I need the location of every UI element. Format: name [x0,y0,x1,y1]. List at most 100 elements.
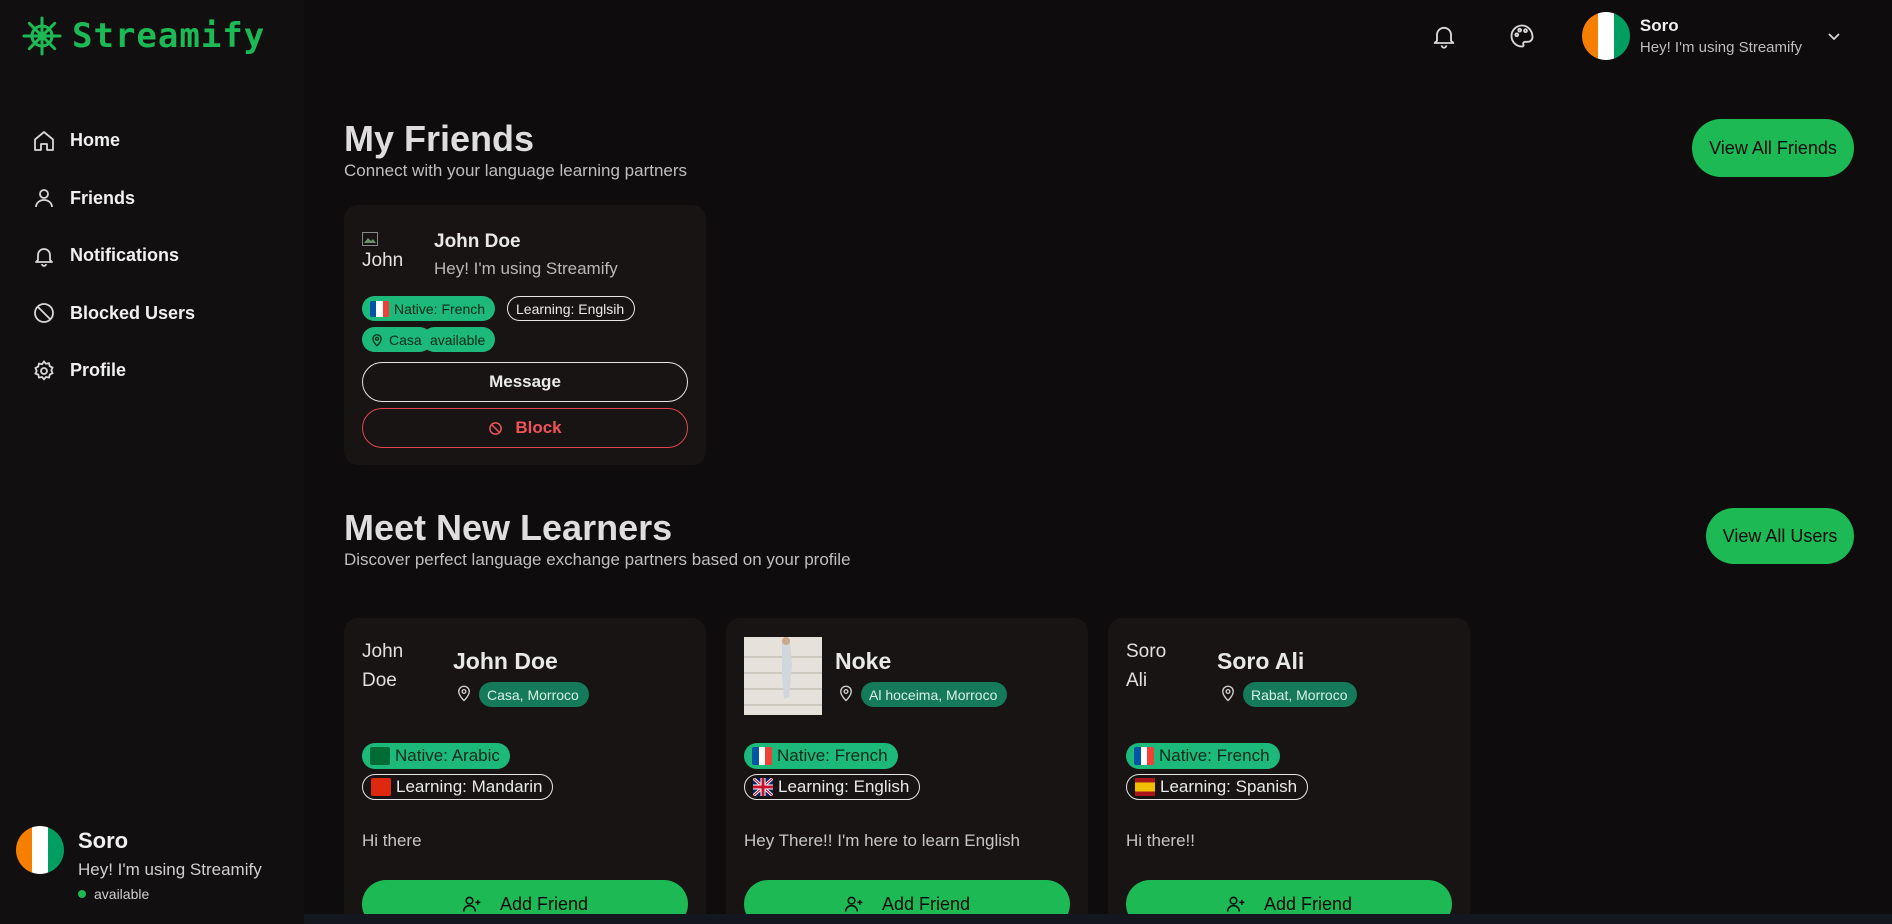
native-language-badge: Native: French [362,296,496,321]
user-icon [35,189,53,208]
button-label: Add Friend [499,893,589,914]
location-badge: Rabat, Morroco [1243,682,1358,707]
sidebar-item-home[interactable]: Home [26,112,276,170]
friend-card: John John Doe Hey! I'm using Streamify N… [344,205,706,465]
map-pin-icon [1222,685,1234,702]
learner-bio: Hi there!! [1126,831,1195,850]
learning-language-badge: Learning: Englsih [507,296,636,321]
learning-language-badge: Learning: Mandarin [362,774,554,800]
location-badge: Casa, Morroco [479,682,589,707]
block-button[interactable]: Block [362,408,688,448]
france-flag-icon [1134,747,1154,765]
availability-label: available [94,886,150,902]
home-icon [34,130,54,151]
learning-language-badge: Learning: Spanish [1126,774,1309,800]
ban-icon [489,421,503,435]
availability-badge: available [422,327,496,352]
button-label: Add Friend [1263,893,1353,914]
learning-language-badge: Learning: English [744,774,921,800]
badge-label: Learning: Mandarin [396,777,543,796]
sidebar-item-label: Home [70,130,121,151]
uk-flag-icon [753,778,773,796]
section-subtitle-friends: Connect with your language learning part… [344,161,688,180]
brand-logo[interactable]: Streamify [22,14,265,58]
user-plus-icon [844,896,863,912]
avatar: John Doe [362,637,426,697]
france-flag-icon [752,747,772,765]
sidebar-item-label: Notifications [70,245,180,266]
gear-icon [34,359,54,381]
badge-label: Native: Arabic [395,746,500,765]
avatar-alt-text: John [362,250,404,271]
learner-name: Soro Ali [1217,648,1305,674]
sidebar: Streamify Home Friends Notifications Blo… [0,0,304,924]
avatar [16,826,64,874]
badge-label: Native: French [1159,746,1270,765]
map-pin-icon [840,685,852,702]
sidebar-item-profile[interactable]: Profile [26,342,276,400]
button-label: Block [515,418,562,437]
saudi-flag-icon [370,747,390,765]
badge-label: Native: French [394,300,486,317]
badge-label: Native: French [777,746,888,765]
spain-flag-icon [1135,778,1155,796]
view-all-friends-button[interactable]: View All Friends [1692,119,1854,177]
sidebar-item-label: Friends [70,187,136,208]
sidebar-item-label: Profile [70,360,127,381]
online-dot [78,890,86,898]
learner-bio: Hey There!! I'm here to learn English [744,831,1021,850]
native-language-badge: Native: French [744,743,898,769]
badge-label: Rabat, Morroco [1251,686,1348,703]
sidebar-user-profile[interactable]: Soro Hey! I'm using Streamify available [16,826,262,902]
avatar: John [362,227,408,287]
location-badge: Al hoceima, Morroco [861,682,1008,707]
sidebar-nav: Home Friends Notifications Blocked Users… [26,112,276,400]
badge-label: Al hoceima, Morroco [869,686,998,703]
ship-wheel-icon [22,16,62,56]
friend-status: Hey! I'm using Streamify [434,259,618,278]
learner-card: Soro Ali Soro Ali Rabat, Morroco Native:… [1108,618,1470,924]
native-language-badge: Native: Arabic [362,743,510,769]
sidebar-user-name: Soro [78,828,129,853]
view-all-users-button[interactable]: View All Users [1706,508,1854,564]
badge-label: available [430,331,486,348]
avatar-photo [744,637,822,715]
badge-label: Learning: English [778,777,910,796]
main-content: My Friends Connect with your language le… [304,0,1892,924]
scroll-edge [304,914,1892,924]
sidebar-item-friends[interactable]: Friends [26,170,276,228]
friend-name: John Doe [434,231,521,252]
section-subtitle-learners: Discover perfect language exchange partn… [344,550,851,569]
bell-icon [35,247,53,267]
section-title-friends: My Friends [344,118,535,159]
availability-indicator: available [78,886,262,902]
badge-label: Learning: Englsih [516,300,625,317]
badge-label: Learning: Spanish [1160,777,1298,796]
learner-card: John Doe John Doe Casa, Morroco Native: … [344,618,706,924]
badge-label: Casa, Morroco [487,686,579,703]
badge-label: Casa [389,331,422,348]
learner-bio: Hi there [362,831,422,850]
ban-icon [34,303,54,324]
section-title-learners: Meet New Learners [344,507,673,548]
map-pin-icon [458,685,470,702]
avatar-alt-text: Soro Ali [1126,641,1167,691]
map-pin-icon [372,333,382,347]
button-label: Message [489,372,561,391]
broken-image-icon [362,232,378,246]
avatar [744,637,822,715]
sidebar-item-blocked-users[interactable]: Blocked Users [26,285,276,343]
button-label: Add Friend [881,893,971,914]
avatar-alt-text: John Doe [362,641,404,691]
sidebar-item-label: Blocked Users [70,302,196,323]
learner-name: John Doe [453,648,558,674]
learner-card: Noke Al hoceima, Morroco Native: French … [726,618,1088,924]
user-plus-icon [462,896,481,912]
native-language-badge: Native: French [1126,743,1280,769]
sidebar-user-status: Hey! I'm using Streamify [78,860,262,879]
avatar: Soro Ali [1126,637,1190,697]
message-button[interactable]: Message [362,362,688,402]
sidebar-item-notifications[interactable]: Notifications [26,227,276,285]
brand-name: Streamify [72,16,266,56]
user-plus-icon [1226,896,1245,912]
